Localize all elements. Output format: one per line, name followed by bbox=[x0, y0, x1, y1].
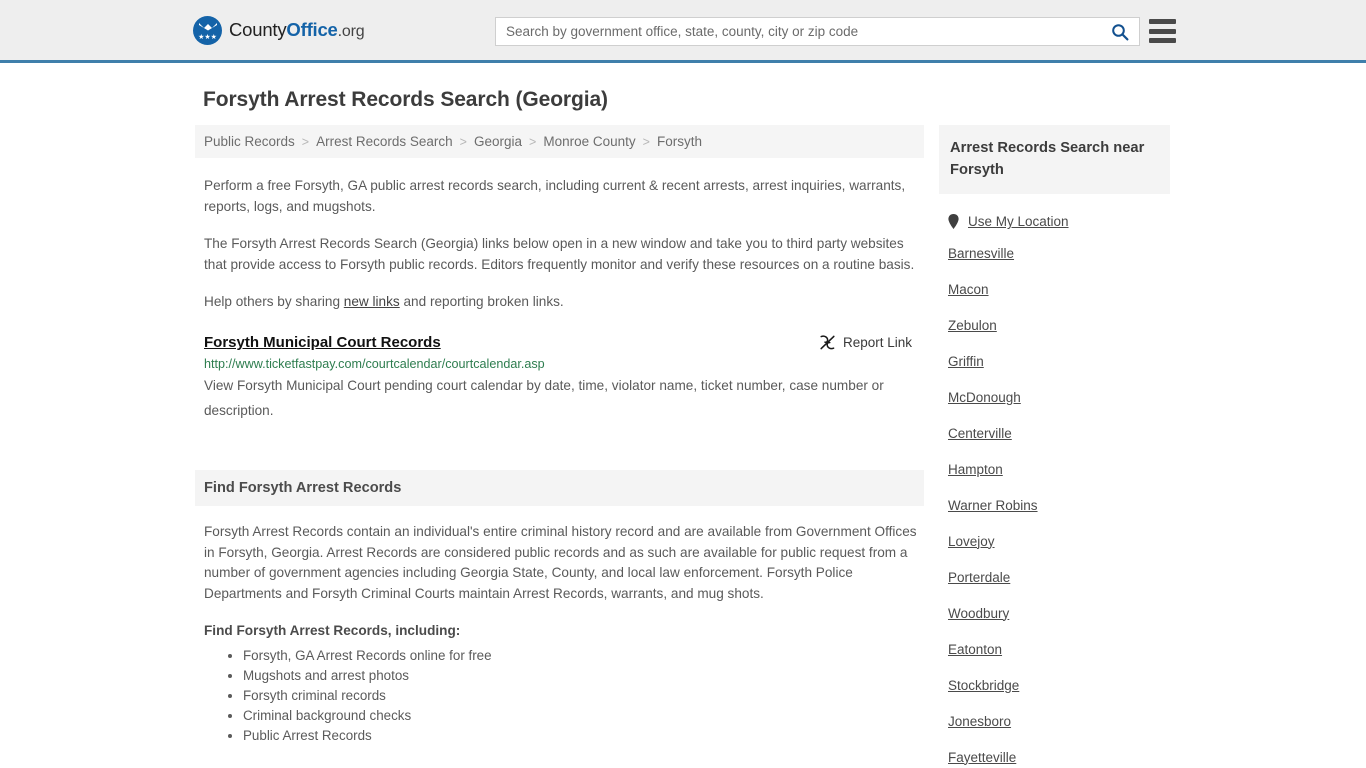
find-section-bullet-list: Forsyth, GA Arrest Records online for fr… bbox=[195, 646, 924, 746]
result-description: View Forsyth Municipal Court pending cou… bbox=[204, 378, 884, 418]
sidebar-item-zebulon[interactable]: Zebulon bbox=[939, 307, 1170, 343]
sidebar-item-hampton[interactable]: Hampton bbox=[939, 451, 1170, 487]
location-link[interactable]: Warner Robins bbox=[948, 498, 1038, 513]
page-title: Forsyth Arrest Records Search (Georgia) bbox=[203, 88, 608, 111]
list-item: Public Arrest Records bbox=[243, 726, 924, 746]
find-section-heading: Find Forsyth Arrest Records bbox=[204, 480, 402, 496]
search-button[interactable] bbox=[1101, 18, 1139, 45]
sidebar-item-porterdale[interactable]: Porterdale bbox=[939, 559, 1170, 595]
result-title-link[interactable]: Forsyth Municipal Court Records bbox=[204, 334, 441, 351]
sidebar-header: Arrest Records Search near Forsyth bbox=[939, 125, 1170, 194]
find-section-subheading: Find Forsyth Arrest Records, including: bbox=[204, 623, 461, 638]
sidebar-item-griffin[interactable]: Griffin bbox=[939, 343, 1170, 379]
use-my-location-link[interactable]: Use My Location bbox=[968, 214, 1069, 229]
site-logo[interactable]: ★★★ CountyOffice.org bbox=[193, 15, 365, 45]
location-link[interactable]: Zebulon bbox=[948, 318, 997, 333]
logo-text-org: .org bbox=[337, 23, 365, 40]
list-item: Mugshots and arrest photos bbox=[243, 666, 924, 686]
main-content-column: Public Records > Arrest Records Search >… bbox=[195, 125, 924, 746]
hamburger-menu-button[interactable] bbox=[1149, 19, 1176, 43]
share-text-after: and reporting broken links. bbox=[399, 294, 564, 309]
location-link[interactable]: McDonough bbox=[948, 390, 1021, 405]
new-links-link[interactable]: new links bbox=[344, 294, 400, 309]
sidebar-item-stockbridge[interactable]: Stockbridge bbox=[939, 667, 1170, 703]
search-icon bbox=[1112, 23, 1129, 40]
map-pin-icon bbox=[948, 214, 959, 229]
location-link[interactable]: Woodbury bbox=[948, 606, 1009, 621]
logo-text-office: Office bbox=[286, 19, 338, 40]
find-section-header: Find Forsyth Arrest Records bbox=[195, 470, 924, 506]
location-link[interactable]: Eatonton bbox=[948, 642, 1002, 657]
breadcrumb-separator: > bbox=[529, 134, 537, 149]
sidebar-item-macon[interactable]: Macon bbox=[939, 271, 1170, 307]
search-bar[interactable] bbox=[495, 17, 1140, 46]
sidebar-item-use-my-location[interactable]: Use My Location bbox=[939, 194, 1170, 235]
share-text-before: Help others by sharing bbox=[204, 294, 344, 309]
report-link-button[interactable]: Report Link bbox=[819, 334, 912, 351]
sidebar-item-fayetteville[interactable]: Fayetteville bbox=[939, 739, 1170, 768]
eagle-seal-icon: ★★★ bbox=[193, 15, 222, 45]
hamburger-bar-2 bbox=[1149, 28, 1176, 34]
location-link[interactable]: Stockbridge bbox=[948, 678, 1019, 693]
location-link[interactable]: Porterdale bbox=[948, 570, 1010, 585]
list-item: Forsyth criminal records bbox=[243, 686, 924, 706]
sidebar-item-eatonton[interactable]: Eatonton bbox=[939, 631, 1170, 667]
report-link-label: Report Link bbox=[842, 335, 912, 350]
breadcrumb-separator: > bbox=[301, 134, 310, 149]
three-stars-glyph: ★★★ bbox=[198, 33, 217, 41]
hamburger-bar-3 bbox=[1149, 38, 1176, 43]
result-item: Forsyth Municipal Court Records Report L… bbox=[195, 334, 924, 423]
breadcrumb-item-monroe-county[interactable]: Monroe County bbox=[543, 134, 635, 149]
breadcrumb-item-georgia[interactable]: Georgia bbox=[474, 134, 522, 149]
sidebar-item-centerville[interactable]: Centerville bbox=[939, 415, 1170, 451]
sidebar-item-woodbury[interactable]: Woodbury bbox=[939, 595, 1170, 631]
location-link[interactable]: Jonesboro bbox=[948, 714, 1011, 729]
eagle-wings-glyph bbox=[198, 22, 217, 30]
location-link[interactable]: Macon bbox=[948, 282, 989, 297]
breadcrumb-item-arrest-records-search[interactable]: Arrest Records Search bbox=[316, 134, 453, 149]
list-item: Criminal background checks bbox=[243, 706, 924, 726]
breadcrumb-separator: > bbox=[642, 134, 650, 149]
location-link[interactable]: Griffin bbox=[948, 354, 984, 369]
intro-paragraph-1: Perform a free Forsyth, GA public arrest… bbox=[204, 178, 906, 214]
sidebar-location-list: Use My Location Barnesville Macon Zebulo… bbox=[939, 194, 1170, 768]
find-section-body: Forsyth Arrest Records contain an indivi… bbox=[204, 524, 917, 601]
location-link[interactable]: Centerville bbox=[948, 426, 1012, 441]
sidebar-item-lovejoy[interactable]: Lovejoy bbox=[939, 523, 1170, 559]
sidebar-item-barnesville[interactable]: Barnesville bbox=[939, 235, 1170, 271]
breadcrumb-item-forsyth[interactable]: Forsyth bbox=[657, 134, 702, 149]
breadcrumb-separator: > bbox=[459, 134, 467, 149]
logo-text-county: County bbox=[229, 19, 287, 40]
intro-paragraph-3: Help others by sharing new links and rep… bbox=[195, 291, 924, 312]
search-input[interactable] bbox=[496, 18, 1101, 45]
location-link[interactable]: Barnesville bbox=[948, 246, 1014, 261]
breadcrumb-item-public-records[interactable]: Public Records bbox=[204, 134, 295, 149]
site-header: ★★★ CountyOffice.org bbox=[0, 0, 1366, 63]
intro-paragraph-2: The Forsyth Arrest Records Search (Georg… bbox=[204, 236, 915, 272]
sidebar-nearby-locations: Arrest Records Search near Forsyth Use M… bbox=[939, 125, 1170, 768]
result-url[interactable]: http://www.ticketfastpay.com/courtcalend… bbox=[204, 357, 924, 371]
location-link[interactable]: Hampton bbox=[948, 462, 1003, 477]
logo-wordmark: CountyOffice.org bbox=[229, 19, 365, 41]
result-header-row: Forsyth Municipal Court Records Report L… bbox=[204, 334, 924, 351]
sidebar-item-warner-robins[interactable]: Warner Robins bbox=[939, 487, 1170, 523]
location-link[interactable]: Fayetteville bbox=[948, 750, 1016, 765]
sidebar-item-jonesboro[interactable]: Jonesboro bbox=[939, 703, 1170, 739]
broken-link-icon bbox=[820, 335, 835, 350]
hamburger-bar-1 bbox=[1149, 19, 1176, 24]
sidebar-item-mcdonough[interactable]: McDonough bbox=[939, 379, 1170, 415]
sidebar-heading: Arrest Records Search near Forsyth bbox=[950, 140, 1145, 178]
list-item: Forsyth, GA Arrest Records online for fr… bbox=[243, 646, 924, 666]
location-link[interactable]: Lovejoy bbox=[948, 534, 995, 549]
breadcrumb: Public Records > Arrest Records Search >… bbox=[195, 125, 924, 158]
